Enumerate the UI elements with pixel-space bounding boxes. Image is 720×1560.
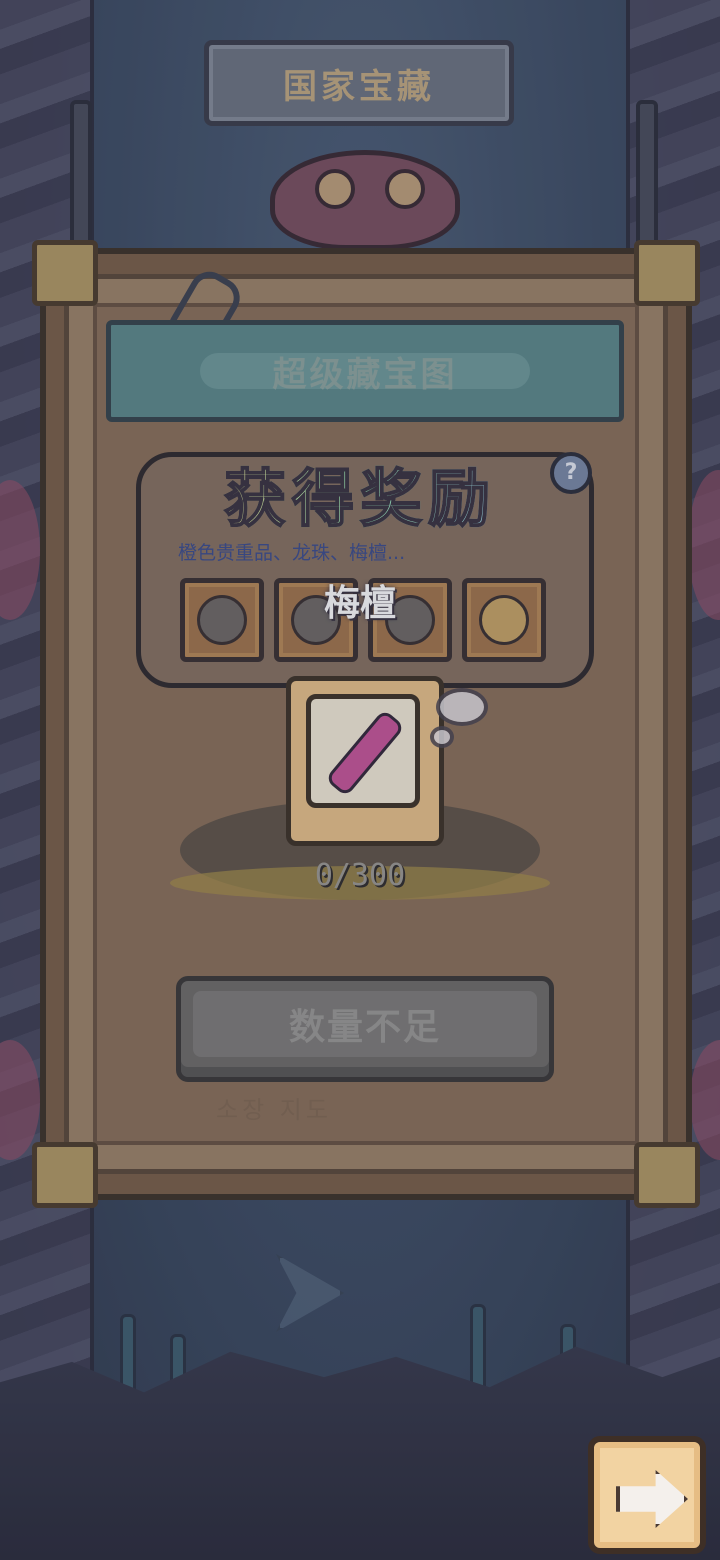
octopus-decoration <box>270 150 460 250</box>
reward-title: 获得奖励 <box>0 448 720 538</box>
item-frame[interactable] <box>306 694 420 808</box>
fish-icon <box>276 1254 344 1332</box>
reward-description: 橙色贵重品、龙珠、梅檀... <box>178 542 406 564</box>
map-label: 소장 지도 <box>216 1096 332 1124</box>
chain-decoration <box>636 100 658 258</box>
item-progress-text: 0/300 <box>314 858 406 893</box>
arrow-right-icon <box>616 1470 688 1528</box>
octopus-eye <box>385 169 425 209</box>
map-title-pill: 超级藏宝图 <box>200 353 530 395</box>
octopus-eye <box>315 169 355 209</box>
button-face: 数量不足 <box>193 991 537 1057</box>
panel-corner <box>32 1142 98 1208</box>
reward-item-name: 梅檀 <box>323 583 396 624</box>
panel-corner <box>634 1142 700 1208</box>
map-title: 超级藏宝图 <box>272 354 458 395</box>
title-sign: 国家宝藏 <box>204 40 514 126</box>
next-button[interactable] <box>588 1436 706 1554</box>
button-label: 数量不足 <box>288 1007 441 1048</box>
popsicle-icon <box>324 708 406 798</box>
map-title-banner: 超级藏宝图 <box>106 320 624 422</box>
page-title: 国家宝藏 <box>283 66 435 107</box>
insufficient-quantity-button[interactable]: 数量不足 <box>176 976 554 1082</box>
thought-bubble <box>436 688 488 726</box>
thought-bubble <box>430 726 454 748</box>
panel-corner <box>634 240 700 306</box>
panel-corner <box>32 240 98 306</box>
chain-decoration <box>70 100 92 258</box>
question-icon[interactable]: ? <box>550 452 592 494</box>
